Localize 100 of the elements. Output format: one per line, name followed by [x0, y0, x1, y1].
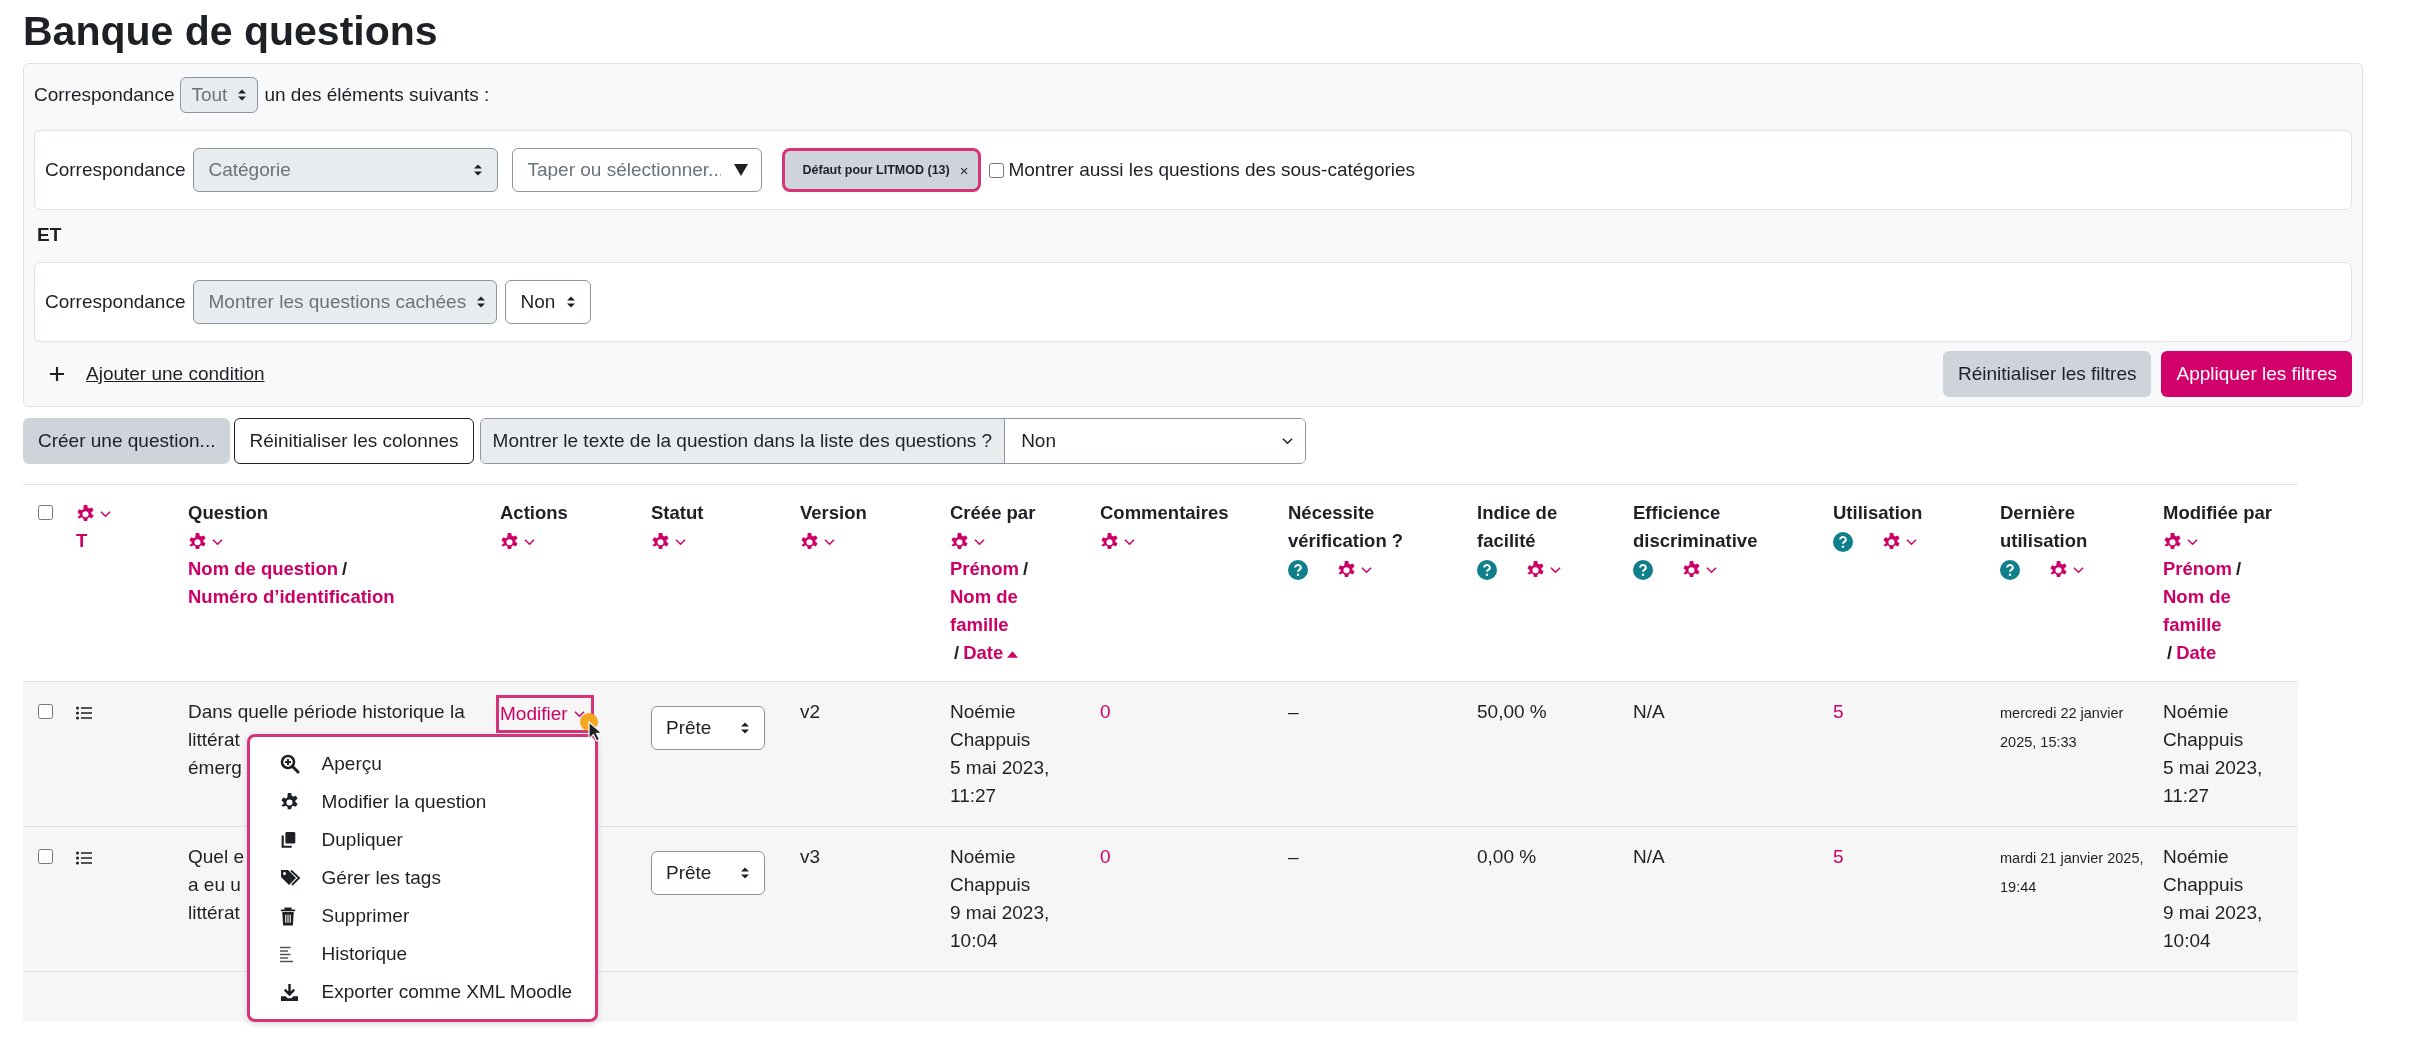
column-menu-button[interactable]: [1337, 560, 1373, 580]
facility-index: 0,00 %: [1477, 846, 1537, 867]
chevron-down-icon: [2073, 566, 2085, 575]
column-header: Commentaires: [1100, 502, 1229, 523]
apply-filters-button[interactable]: Appliquer les filtres: [2161, 351, 2352, 397]
up-down-icon: [566, 295, 577, 309]
column-menu-button[interactable]: [651, 532, 686, 552]
chevron-down-icon: [212, 538, 223, 547]
column-menu-button[interactable]: [1682, 560, 1718, 580]
search-field[interactable]: Taper ou sélectionner...: [512, 148, 763, 192]
add-condition-link[interactable]: Ajouter une condition: [86, 363, 265, 385]
column-header: Statut: [651, 502, 704, 523]
remove-tag-button[interactable]: ×: [959, 161, 969, 179]
modified-date: 5 mai 2023, 11:27: [2163, 756, 2264, 808]
menu-item[interactable]: Exporter comme XML Moodle: [249, 973, 595, 1011]
sort-link[interactable]: Date: [2176, 639, 2217, 667]
column-menu-button[interactable]: [2163, 532, 2198, 552]
gear-icon: [1882, 532, 1902, 552]
sort-link[interactable]: Prénom: [950, 555, 1019, 583]
column-menu-button[interactable]: [188, 532, 223, 552]
sort-link[interactable]: Prénom: [2163, 555, 2232, 583]
question-text: littérat: [188, 901, 240, 925]
column-header: Dernière utilisation: [2000, 502, 2088, 551]
column-menu-button[interactable]: [1882, 532, 1918, 552]
column-header: Actions: [500, 502, 568, 523]
chevron-down-icon: [974, 538, 985, 547]
create-question-button[interactable]: Créer une question...: [23, 417, 231, 464]
checkbox[interactable]: [989, 162, 1005, 178]
author-name: Noémie Chappuis: [950, 845, 1032, 897]
match-suffix: un des éléments suivants :: [264, 84, 490, 106]
help-icon[interactable]: [1833, 532, 1853, 553]
separator: /: [954, 642, 960, 663]
column-menu-button[interactable]: [800, 532, 835, 552]
column-header: Efficience discriminative: [1633, 502, 1758, 551]
usage-link[interactable]: 5: [1833, 701, 1844, 722]
status-select[interactable]: Prête: [651, 851, 765, 895]
select-all-checkbox[interactable]: [38, 505, 53, 520]
list-icon[interactable]: [76, 851, 92, 865]
menu-item[interactable]: Aperçu: [249, 745, 595, 783]
row-checkbox[interactable]: [38, 849, 53, 864]
gear-icon: [279, 792, 299, 812]
comments-link[interactable]: 0: [1100, 846, 1111, 867]
separator: /: [342, 558, 348, 579]
tag-icon: [279, 869, 302, 887]
sort-link[interactable]: Nom de famille: [950, 583, 1078, 639]
version-text: v2: [800, 701, 821, 722]
chevron-down-icon: [1124, 538, 1135, 547]
usage-link[interactable]: 5: [1833, 846, 1844, 867]
separator: /: [1022, 558, 1029, 579]
condition-label: Correspondance: [45, 291, 186, 313]
menu-item[interactable]: Modifier la question: [249, 783, 595, 821]
chevron-down-icon: [824, 538, 835, 547]
sort-up-icon: [1007, 650, 1019, 658]
gear-icon: [1682, 560, 1702, 580]
sort-link[interactable]: Nom de famille: [2163, 583, 2276, 639]
column-menu-button[interactable]: [2049, 560, 2085, 580]
help-icon[interactable]: [1477, 560, 1497, 581]
column-header: Question: [188, 502, 269, 523]
sort-link[interactable]: T: [76, 527, 88, 555]
column-header: Modifiée par: [2163, 502, 2272, 523]
menu-item[interactable]: Dupliquer: [249, 821, 595, 859]
help-icon[interactable]: [2000, 560, 2020, 581]
help-icon[interactable]: [1288, 560, 1308, 581]
modifier-name: Noémie Chappuis: [2163, 845, 2245, 897]
plus-icon[interactable]: [50, 367, 64, 381]
column-menu-button[interactable]: [76, 504, 111, 524]
separator: /: [2167, 642, 2173, 663]
value-select[interactable]: Non: [505, 280, 592, 324]
chevron-down-icon: [1361, 566, 1373, 575]
chevron-down-icon: [524, 538, 535, 547]
column-menu-button[interactable]: [500, 532, 535, 552]
sort-link[interactable]: Nom de question: [188, 555, 339, 583]
triangle-down-icon: [734, 164, 749, 176]
column-menu-button[interactable]: [1100, 532, 1135, 552]
trash-icon: [279, 906, 296, 926]
gear-icon: [950, 532, 969, 552]
gear-icon: [2049, 560, 2069, 580]
reset-filters-button[interactable]: Réinitialiser les filtres: [1943, 351, 2152, 397]
column-menu-button[interactable]: [950, 532, 985, 552]
row-checkbox[interactable]: [38, 704, 53, 719]
lines-icon: [279, 945, 294, 963]
reset-columns-button[interactable]: Réinitialiser les colonnes: [234, 417, 474, 464]
status-select[interactable]: Prête: [651, 706, 765, 750]
match-label: Correspondance: [34, 84, 175, 106]
sort-link[interactable]: Numéro d’identification: [188, 583, 395, 611]
column-menu-button[interactable]: [1526, 560, 1562, 580]
column-header: Nécessite vérification ?: [1288, 502, 1404, 551]
menu-item[interactable]: Historique: [249, 935, 595, 973]
created-date: 9 mai 2023, 10:04: [950, 901, 1051, 953]
needs-check-text: –: [1288, 846, 1299, 867]
menu-item[interactable]: Gérer les tags: [249, 859, 595, 897]
menu-item[interactable]: Supprimer: [249, 897, 595, 935]
list-icon[interactable]: [76, 706, 92, 720]
comments-link[interactable]: 0: [1100, 701, 1111, 722]
gear-icon: [651, 532, 670, 552]
sort-link[interactable]: Date: [963, 639, 1019, 667]
chevron-down-icon: [573, 710, 585, 718]
help-icon[interactable]: [1633, 560, 1653, 581]
joiner-label: ET: [36, 224, 63, 246]
modifier-name: Noémie Chappuis: [2163, 700, 2245, 752]
